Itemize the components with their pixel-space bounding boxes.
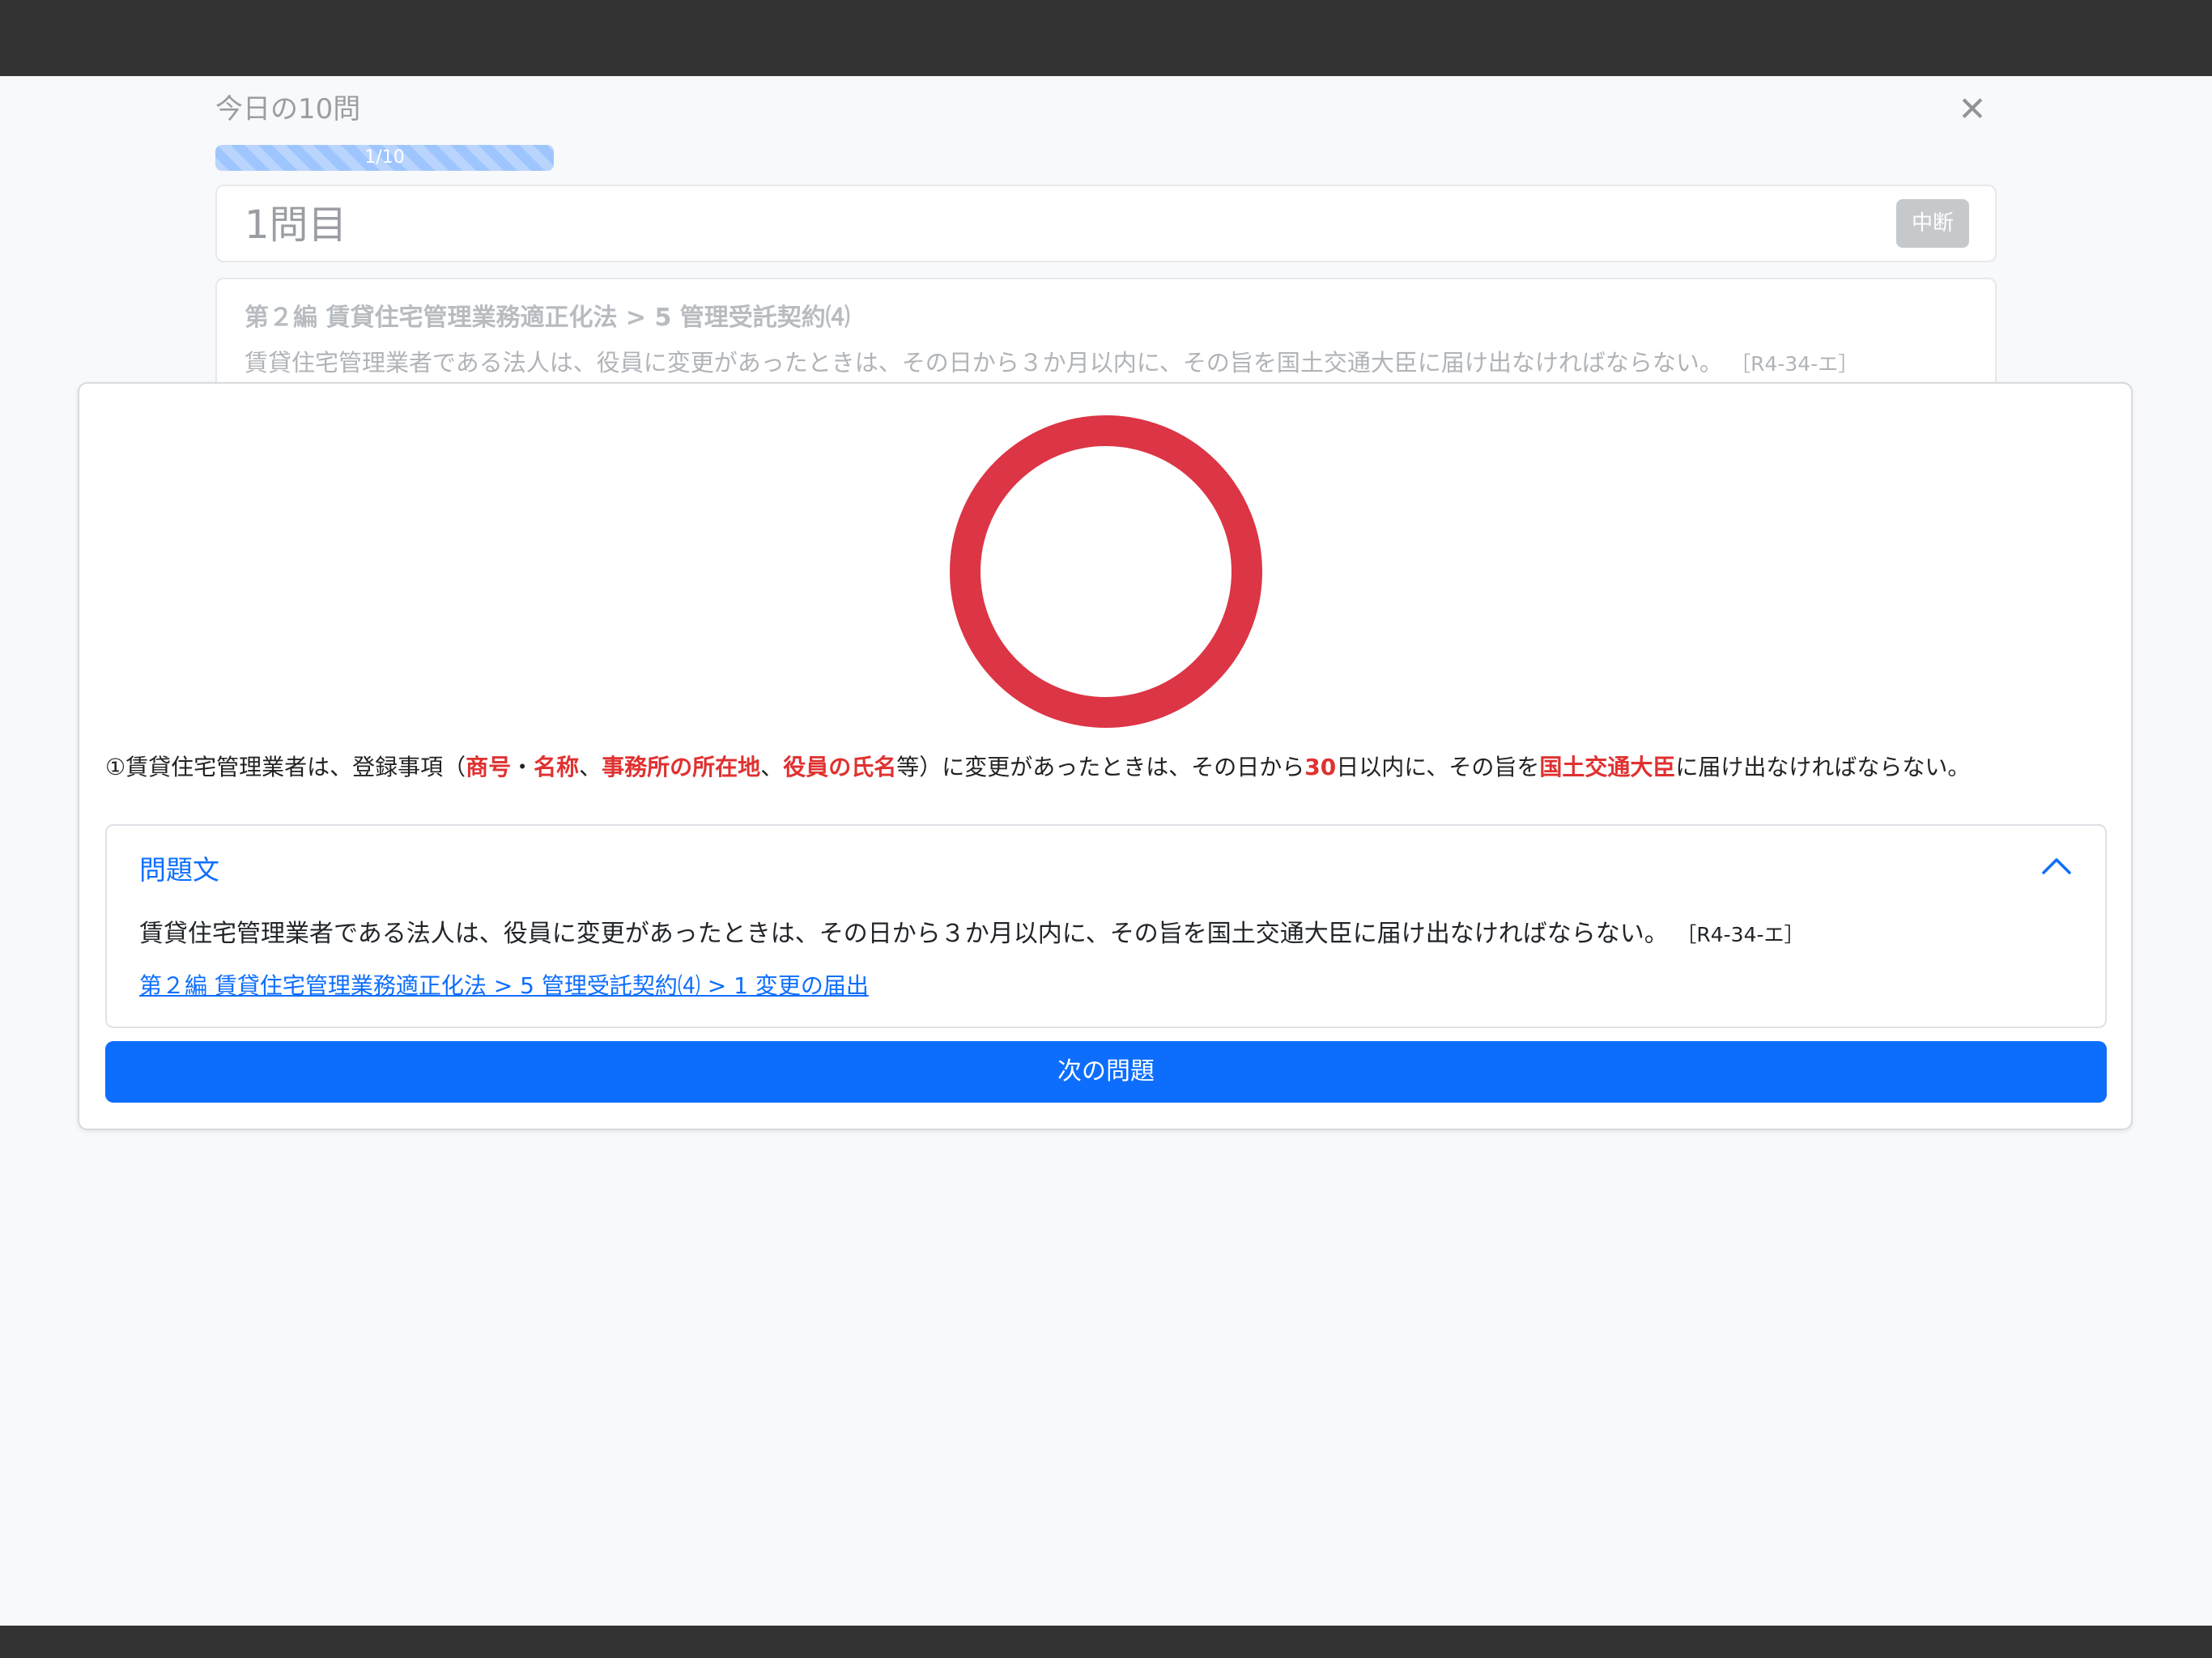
bottom-bar (0, 1626, 2212, 1658)
explanation-highlight: 商号 (466, 754, 512, 780)
explanation-text: ①賃貸住宅管理業者は、登録事項（商号・名称、事務所の所在地、役員の氏名等）に変更… (105, 750, 1970, 785)
explanation-part: ・ (511, 754, 534, 780)
correct-circle-icon (950, 415, 1262, 728)
question-number: 1問目 (245, 202, 347, 248)
explanation-part: 等）に変更があったときは、その日から (896, 754, 1305, 780)
chevron-up-icon[interactable] (2039, 848, 2074, 884)
explanation-highlight: 事務所の所在地 (602, 754, 761, 780)
page-title: 今日の10問 (215, 93, 361, 125)
explanation-highlight: 30 (1304, 754, 1337, 780)
question-card: 第２編 賃貸住宅管理業務適正化法 > 5 管理受託契約⑷ 賃貸住宅管理業者である… (215, 278, 1997, 399)
explanation-highlight: 役員の氏名 (783, 754, 897, 780)
question-text: 賃貸住宅管理業者である法人は、役員に変更があったときは、その日から３か月以内に、… (245, 344, 1858, 378)
question-text-body: 賃貸住宅管理業者である法人は、役員に変更があったときは、その日から３か月以内に、… (245, 349, 1723, 376)
accordion-header[interactable]: 問題文 (139, 848, 219, 887)
explanation-highlight: 名称 (534, 754, 580, 780)
question-chapter: 第２編 賃貸住宅管理業務適正化法 > 5 管理受託契約⑷ (245, 304, 850, 332)
explanation-highlight: 国土交通大臣 (1539, 754, 1676, 780)
explanation-part: ①賃貸住宅管理業者は、登録事項（ (105, 754, 466, 780)
progress-fill: 1/10 (215, 145, 554, 171)
accordion-question-text: 賃貸住宅管理業者である法人は、役員に変更があったときは、その日から３か月以内に、… (139, 913, 1805, 949)
question-ref: ［R4-34-エ］ (1730, 352, 1859, 376)
question-accordion: 問題文 賃貸住宅管理業者である法人は、役員に変更があったときは、その日から３か月… (105, 824, 2107, 1028)
question-number-card: 1問目 中断 (215, 185, 1997, 262)
explanation-part: に届け出なければならない。 (1675, 754, 1971, 780)
explanation-part: 日以内に、その旨を (1336, 754, 1540, 780)
next-question-button[interactable]: 次の問題 (105, 1041, 2107, 1103)
accordion-question-ref: ［R4-34-エ］ (1676, 923, 1805, 946)
explanation-part: 、 (760, 754, 784, 780)
progress-bar: 1/10 (215, 145, 554, 171)
pause-button[interactable]: 中断 (1896, 199, 1969, 248)
explanation-part: 、 (579, 754, 602, 780)
accordion-question-body: 賃貸住宅管理業者である法人は、役員に変更があったときは、その日から３か月以内に、… (139, 920, 1669, 948)
close-icon[interactable]: ✕ (1955, 89, 1990, 130)
chapter-link[interactable]: 第２編 賃貸住宅管理業務適正化法 > 5 管理受託契約⑷ > 1 変更の届出 (139, 968, 869, 1001)
progress-label: 1/10 (364, 147, 405, 168)
top-bar (0, 0, 2212, 76)
